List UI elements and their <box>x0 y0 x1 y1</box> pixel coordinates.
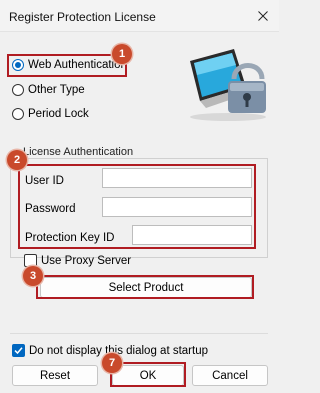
cancel-button[interactable]: Cancel <box>192 365 268 386</box>
callout-badge-2: 2 <box>7 150 27 170</box>
password-label: Password <box>25 203 76 215</box>
select-product-button[interactable]: Select Product <box>40 277 252 298</box>
reset-button[interactable]: Reset <box>12 365 98 386</box>
close-icon <box>258 11 268 21</box>
checkmark-icon <box>14 347 23 355</box>
radio-other-type-label: Other Type <box>28 84 85 96</box>
user-id-label: User ID <box>25 175 64 187</box>
password-field[interactable] <box>102 197 252 217</box>
license-lock-logo <box>190 49 266 121</box>
protection-key-id-field[interactable] <box>132 225 252 245</box>
title-bar: Register Protection License <box>0 0 279 32</box>
use-proxy-label: Use Proxy Server <box>41 254 132 267</box>
callout-badge-7: 7 <box>102 353 122 373</box>
window-title: Register Protection License <box>9 10 156 24</box>
radio-other-type-indicator <box>12 84 24 96</box>
protection-key-id-label: Protection Key ID <box>25 232 115 244</box>
radio-period-lock-label: Period Lock <box>28 108 89 120</box>
radio-web-authentication[interactable]: Web Authentication <box>12 59 127 71</box>
user-id-field[interactable] <box>102 168 252 188</box>
use-proxy-checkbox-box <box>24 254 37 267</box>
callout-badge-3: 3 <box>23 266 43 286</box>
radio-period-lock[interactable]: Period Lock <box>12 108 89 120</box>
startup-dialog-checkbox-box <box>12 344 25 357</box>
use-proxy-checkbox[interactable]: Use Proxy Server <box>24 254 131 267</box>
radio-period-lock-indicator <box>12 108 24 120</box>
close-button[interactable] <box>247 0 279 32</box>
ok-button[interactable]: OK <box>112 365 184 386</box>
license-auth-group-title: License Authentication <box>21 146 136 158</box>
callout-badge-1: 1 <box>112 44 132 64</box>
radio-web-authentication-indicator <box>12 59 24 71</box>
divider <box>10 333 268 334</box>
radio-other-type[interactable]: Other Type <box>12 84 85 96</box>
radio-web-authentication-label: Web Authentication <box>28 59 127 71</box>
